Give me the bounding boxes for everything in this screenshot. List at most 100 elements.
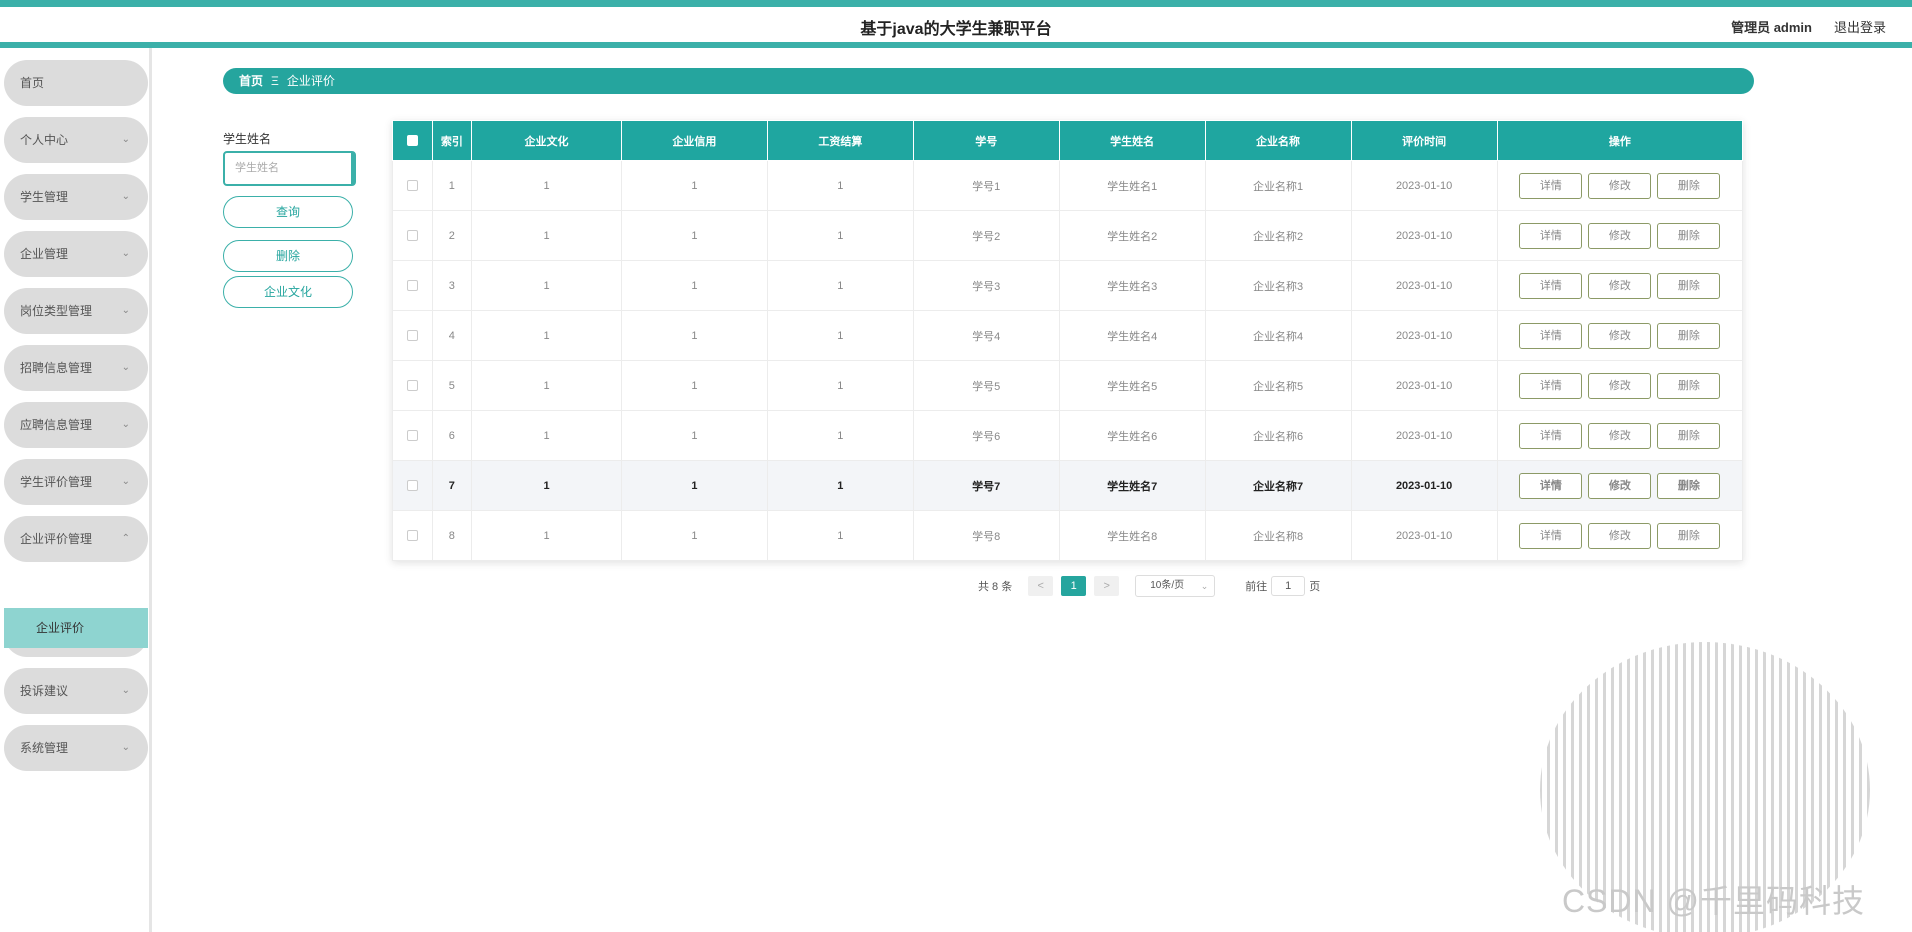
delete-button[interactable]: 删除	[1657, 372, 1721, 399]
current-page-button[interactable]: 1	[1061, 576, 1087, 596]
row-actions-cell: 详情 修改 删除	[1496, 460, 1744, 511]
sidebar-item-label: 系统管理	[20, 741, 69, 755]
next-page-button[interactable]: >	[1094, 576, 1120, 596]
table-row[interactable]: 6 1 1 1 学号6 学生姓名6 企业名称6 2023-01-10 详情 修改 删除	[392, 410, 1744, 461]
sidebar-item[interactable]: 学生管理 ⌄	[4, 174, 148, 220]
row-checkbox[interactable]	[406, 430, 418, 442]
table-cell: 学生姓名1	[1058, 160, 1206, 211]
sidebar-item[interactable]: 系统管理 ⌄	[4, 725, 148, 771]
table-row[interactable]: 4 1 1 1 学号4 学生姓名4 企业名称4 2023-01-10 详情 修改 删除	[392, 310, 1744, 361]
select-all-checkbox[interactable]	[406, 135, 418, 147]
table-cell: 2023-01-10	[1350, 510, 1498, 561]
column-header: 索引	[431, 120, 473, 161]
page-size-select[interactable]: 10条/页 ⌄	[1135, 575, 1216, 597]
table-cell: 1	[620, 310, 768, 361]
sidebar-item-label: 投诉建议	[20, 684, 69, 698]
table-cell: 学生姓名2	[1058, 210, 1206, 261]
table-cell: 1	[620, 360, 768, 411]
row-checkbox[interactable]	[406, 230, 418, 242]
table-cell: 学号8	[912, 510, 1060, 561]
edit-button[interactable]: 修改	[1588, 222, 1652, 249]
delete-button[interactable]: 删除	[1657, 172, 1721, 199]
sidebar-item[interactable]: 应聘信息管理 ⌄	[4, 402, 148, 448]
edit-button[interactable]: 修改	[1588, 472, 1652, 499]
detail-button[interactable]: 详情	[1519, 172, 1583, 199]
table-cell: 1	[620, 160, 768, 211]
goto-page-input[interactable]: 1	[1271, 576, 1306, 596]
prev-page-button[interactable]: <	[1028, 576, 1054, 596]
row-select-cell	[392, 210, 433, 261]
edit-button[interactable]: 修改	[1588, 422, 1652, 449]
row-checkbox[interactable]	[406, 380, 418, 392]
table-cell: 1	[620, 210, 768, 261]
table-row[interactable]: 8 1 1 1 学号8 学生姓名8 企业名称8 2023-01-10 详情 修改 删除	[392, 510, 1744, 561]
row-checkbox[interactable]	[406, 530, 418, 542]
delete-button[interactable]: 删除	[1657, 422, 1721, 449]
detail-button[interactable]: 详情	[1519, 472, 1583, 499]
edit-button[interactable]: 修改	[1588, 272, 1652, 299]
edit-button[interactable]: 修改	[1588, 172, 1652, 199]
table-cell: 学生姓名6	[1058, 410, 1206, 461]
sidebar: 首页 个人中心 ⌄ 学生管理 ⌄ 企业管理 ⌄ 岗位类型管理 ⌄ 招聘信息管理 ⌄ 应聘信息管理 ⌄ 学生…	[0, 48, 152, 932]
table-row[interactable]: 1 1 1 1 学号1 学生姓名1 企业名称1 2023-01-10 详情 修改 删除	[392, 160, 1744, 211]
table-cell: 1	[471, 310, 622, 361]
delete-button[interactable]: 删除	[1657, 322, 1721, 349]
table-row[interactable]: 5 1 1 1 学号5 学生姓名5 企业名称5 2023-01-10 详情 修改 删除	[392, 360, 1744, 411]
total-count: 共 8 条	[978, 581, 1013, 593]
detail-button[interactable]: 详情	[1519, 422, 1583, 449]
query-button[interactable]: 查询	[223, 196, 353, 228]
table-row[interactable]: 7 1 1 1 学号7 学生姓名7 企业名称7 2023-01-10 详情 修改 删除	[392, 460, 1744, 511]
chevron-down-icon: ⌄	[121, 742, 130, 753]
detail-button[interactable]: 详情	[1519, 222, 1583, 249]
detail-button[interactable]: 详情	[1519, 372, 1583, 399]
row-actions-cell: 详情 修改 删除	[1496, 310, 1744, 361]
detail-button[interactable]: 详情	[1519, 322, 1583, 349]
edit-button[interactable]: 修改	[1588, 522, 1652, 549]
delete-button[interactable]: 删除	[1657, 522, 1721, 549]
enterprise-culture-button[interactable]: 企业文化	[223, 276, 353, 308]
row-checkbox[interactable]	[406, 280, 418, 292]
evaluation-table: 索引 企业文化 企业信用 工资结算 学号 学生姓名 企业名称 评价时间 操作 1 1 1 1 学号1 学生…	[392, 120, 1744, 561]
sidebar-item-label: 企业评价管理	[20, 532, 93, 546]
edit-button[interactable]: 修改	[1588, 322, 1652, 349]
column-header: 评价时间	[1350, 120, 1498, 161]
table-cell: 2023-01-10	[1350, 460, 1498, 511]
row-checkbox[interactable]	[406, 480, 418, 492]
delete-button[interactable]: 删除	[1657, 222, 1721, 249]
row-actions-cell: 详情 修改 删除	[1496, 260, 1744, 311]
table-cell: 学生姓名5	[1058, 360, 1206, 411]
sidebar-item[interactable]: 招聘信息管理 ⌄	[4, 345, 148, 391]
table-row[interactable]: 3 1 1 1 学号3 学生姓名3 企业名称3 2023-01-10 详情 修改 删除	[392, 260, 1744, 311]
sidebar-item[interactable]: 个人中心 ⌄	[4, 117, 148, 163]
sidebar-subitem-enterprise-evaluation[interactable]: 企业评价	[4, 608, 148, 648]
sidebar-item[interactable]: 投诉建议 ⌄	[4, 668, 148, 714]
sidebar-item[interactable]: 首页	[4, 60, 148, 106]
sidebar-item[interactable]: 岗位类型管理 ⌄	[4, 288, 148, 334]
sidebar-item[interactable]: 企业管理 ⌄	[4, 231, 148, 277]
chevron-down-icon: ⌄	[121, 362, 130, 373]
sidebar-item-label: 个人中心	[20, 133, 69, 147]
breadcrumb-home[interactable]: 首页	[239, 74, 263, 88]
edit-button[interactable]: 修改	[1588, 372, 1652, 399]
chevron-down-icon: ⌄	[121, 419, 130, 430]
table-cell: 1	[620, 460, 768, 511]
sidebar-item[interactable]: 学生评价管理 ⌄	[4, 459, 148, 505]
delete-button[interactable]: 删除	[1657, 472, 1721, 499]
watermark-stripe	[1867, 642, 1870, 932]
detail-button[interactable]: 详情	[1519, 522, 1583, 549]
bulk-delete-button[interactable]: 删除	[223, 240, 353, 272]
logout-link[interactable]: 退出登录	[1834, 17, 1886, 36]
sidebar-item[interactable]: 企业评价管理 ⌃	[4, 516, 148, 562]
sidebar-item-label: 岗位类型管理	[20, 304, 93, 318]
row-checkbox[interactable]	[406, 180, 418, 192]
row-select-cell	[392, 510, 433, 561]
table-row[interactable]: 2 1 1 1 学号2 学生姓名2 企业名称2 2023-01-10 详情 修改 删除	[392, 210, 1744, 261]
table-cell: 1	[471, 360, 622, 411]
chevron-down-icon: ⌄	[121, 305, 130, 316]
table-cell: 2023-01-10	[1350, 310, 1498, 361]
student-name-search-input[interactable]: 学生姓名	[223, 151, 356, 186]
detail-button[interactable]: 详情	[1519, 272, 1583, 299]
sidebar-item-label: 应聘信息管理	[20, 418, 93, 432]
row-checkbox[interactable]	[406, 330, 418, 342]
delete-button[interactable]: 删除	[1657, 272, 1721, 299]
